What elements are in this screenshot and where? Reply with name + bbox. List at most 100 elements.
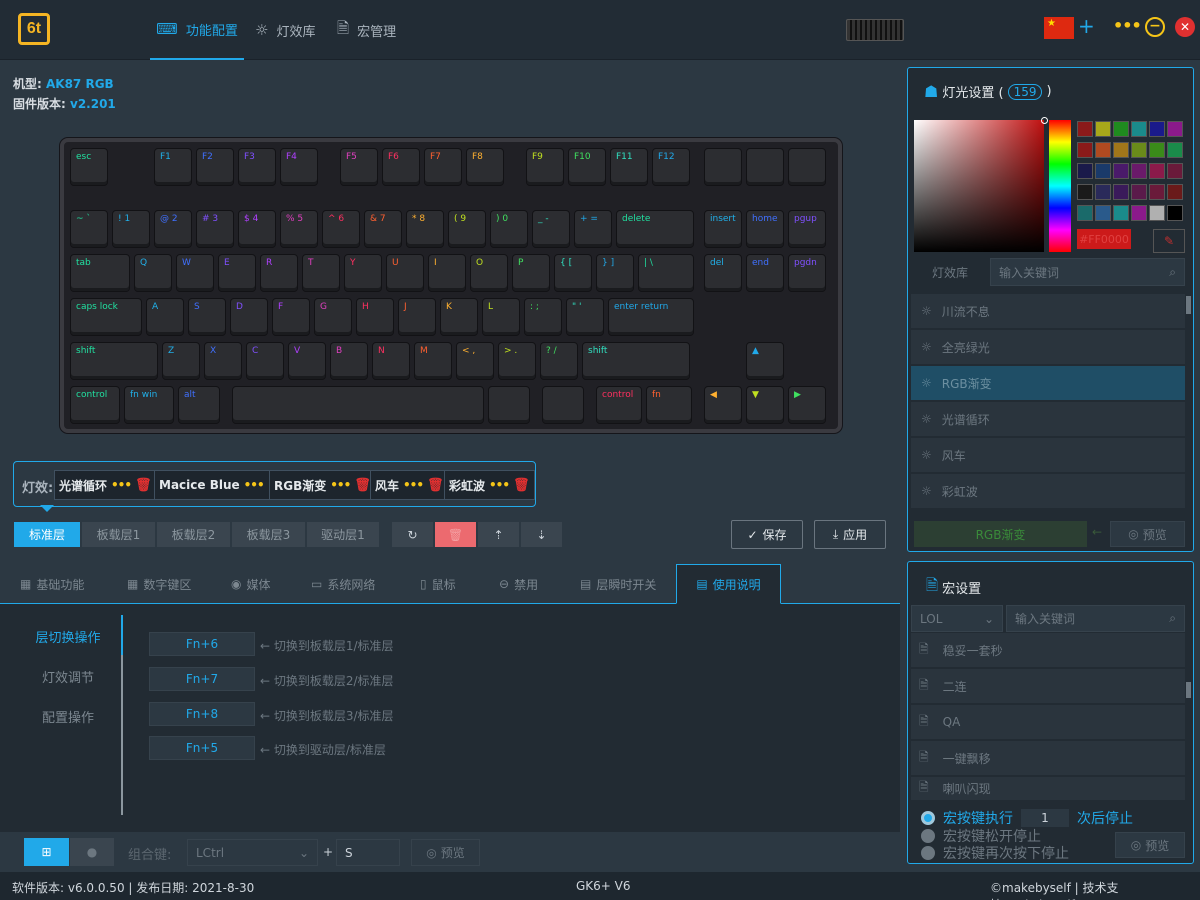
color-swatch[interactable] [1149, 184, 1165, 200]
key[interactable]: control [596, 386, 642, 424]
key[interactable]: M [414, 342, 452, 380]
macro-item[interactable]: 🗎 二连 [911, 669, 1185, 704]
layer-tab-onboard-3[interactable]: 板载层3 [231, 521, 306, 548]
color-swatch[interactable] [1167, 163, 1183, 179]
key[interactable]: $ 4 [238, 210, 276, 248]
key[interactable]: F12 [652, 148, 690, 186]
key[interactable]: A [146, 298, 184, 336]
trash-icon[interactable]: 🗑 [513, 478, 530, 493]
key[interactable]: F7 [424, 148, 462, 186]
key[interactable]: F10 [568, 148, 606, 186]
key[interactable]: F5 [340, 148, 378, 186]
color-swatch[interactable] [1149, 121, 1165, 137]
color-swatch[interactable] [1095, 163, 1111, 179]
keyboard-thumbnail[interactable] [846, 19, 904, 41]
nav-tab-function-config[interactable]: ⌨ 功能配置 [150, 0, 244, 60]
hue-slider[interactable] [1049, 120, 1071, 252]
preview-button[interactable]: ◎ 预览 [411, 839, 480, 866]
key[interactable]: + = [574, 210, 612, 248]
tab-layer-toggle[interactable]: ▤ 层瞬时开关 [580, 564, 656, 604]
key[interactable]: Y [344, 254, 382, 292]
download-button[interactable]: ⇣ [520, 521, 563, 548]
color-swatch[interactable] [1077, 163, 1093, 179]
light-effect-item[interactable]: ☼ 全亮绿光 [911, 330, 1185, 365]
key[interactable] [746, 148, 784, 186]
light-effect-item[interactable]: ☼ RGB渐变 [911, 366, 1185, 401]
key[interactable]: ~ ` [70, 210, 108, 248]
key[interactable]: C [246, 342, 284, 380]
key[interactable]: > . [498, 342, 536, 380]
key[interactable]: F [272, 298, 310, 336]
key[interactable]: fn [646, 386, 692, 424]
key[interactable]: J [398, 298, 436, 336]
key[interactable]: enter return [608, 298, 694, 336]
layer-tab-onboard-1[interactable]: 板载层1 [81, 521, 156, 548]
nav-tab-light-library[interactable]: ☼ 灯效库 [255, 0, 315, 60]
light-preview-button[interactable]: ◎ 预览 [1110, 521, 1185, 547]
color-swatch[interactable] [1131, 205, 1147, 221]
key[interactable]: ▶ [788, 386, 826, 424]
light-effect-item[interactable]: ☼ 风车 [911, 438, 1185, 473]
more-icon[interactable]: ••• [403, 478, 424, 492]
close-button[interactable]: ✕ [1175, 17, 1195, 37]
tab-system-network[interactable]: ▭ 系统网络 [311, 564, 375, 604]
tab-disable[interactable]: ⊖ 禁用 [499, 564, 538, 604]
key[interactable]: _ - [532, 210, 570, 248]
tab-media[interactable]: ◉ 媒体 [231, 564, 271, 604]
more-icon[interactable]: ••• [330, 478, 351, 492]
layer-tab-driver-1[interactable]: 驱动层1 [306, 521, 380, 548]
key[interactable]: insert [704, 210, 742, 248]
save-button[interactable]: ✓ 保存 [731, 520, 803, 549]
apply-button[interactable]: ⤓ 应用 [814, 520, 886, 549]
key[interactable]: ( 9 [448, 210, 486, 248]
light-effect-item[interactable]: ☼ 光谱循环 [911, 402, 1185, 437]
upload-button[interactable]: ⇡ [477, 521, 520, 548]
trash-icon[interactable]: 🗑 [354, 478, 371, 493]
radio-repeat-count[interactable]: 宏按键执行 1 次后停止 [921, 808, 1133, 828]
light-search-input[interactable]: 输入关键词 ⌕ [990, 258, 1185, 286]
key[interactable]: delete [616, 210, 694, 248]
key[interactable]: Q [134, 254, 172, 292]
guide-nav-config[interactable]: 配置操作 [28, 707, 108, 726]
key[interactable] [542, 386, 584, 424]
effect-chip[interactable]: 光谱循环 ••• 🗑 [54, 470, 157, 500]
more-button[interactable]: ••• [1113, 16, 1142, 35]
color-swatch[interactable] [1131, 121, 1147, 137]
effect-chip[interactable]: 风车 ••• 🗑 [370, 470, 449, 500]
key[interactable]: F1 [154, 148, 192, 186]
key[interactable]: ◀ [704, 386, 742, 424]
guide-nav-layer-switch[interactable]: 层切换操作 [28, 627, 108, 646]
key[interactable]: esc [70, 148, 108, 186]
color-swatch[interactable] [1131, 142, 1147, 158]
key-input[interactable]: S [336, 839, 400, 866]
key[interactable]: H [356, 298, 394, 336]
key[interactable]: F3 [238, 148, 276, 186]
key[interactable]: & 7 [364, 210, 402, 248]
key[interactable]: S [188, 298, 226, 336]
more-icon[interactable]: ••• [111, 478, 132, 492]
color-cursor[interactable] [1041, 117, 1048, 124]
key[interactable]: ▼ [746, 386, 784, 424]
windows-icon[interactable]: ⊞ [24, 838, 69, 866]
scrollbar[interactable] [1186, 296, 1191, 314]
key[interactable]: K [440, 298, 478, 336]
key[interactable]: U [386, 254, 424, 292]
tab-basic[interactable]: ▦ 基础功能 [20, 564, 84, 604]
key[interactable]: fn win [124, 386, 174, 424]
key[interactable]: F2 [196, 148, 234, 186]
modifier-select[interactable]: LCtrl ⌄ [187, 839, 318, 866]
key[interactable]: E [218, 254, 256, 292]
delete-button[interactable]: 🗑 [434, 521, 477, 548]
key[interactable]: N [372, 342, 410, 380]
tab-light-library[interactable]: 灯效库 [911, 258, 989, 286]
light-effect-item[interactable]: ☼ 川流不息 [911, 294, 1185, 329]
color-saturation-picker[interactable] [914, 120, 1044, 252]
repeat-count-input[interactable]: 1 [1021, 809, 1069, 827]
color-swatch[interactable] [1167, 205, 1183, 221]
color-swatch[interactable] [1077, 121, 1093, 137]
key[interactable]: R [260, 254, 298, 292]
color-swatch[interactable] [1167, 184, 1183, 200]
color-swatch[interactable] [1095, 121, 1111, 137]
key[interactable]: ) 0 [490, 210, 528, 248]
key[interactable]: pgdn [788, 254, 826, 292]
